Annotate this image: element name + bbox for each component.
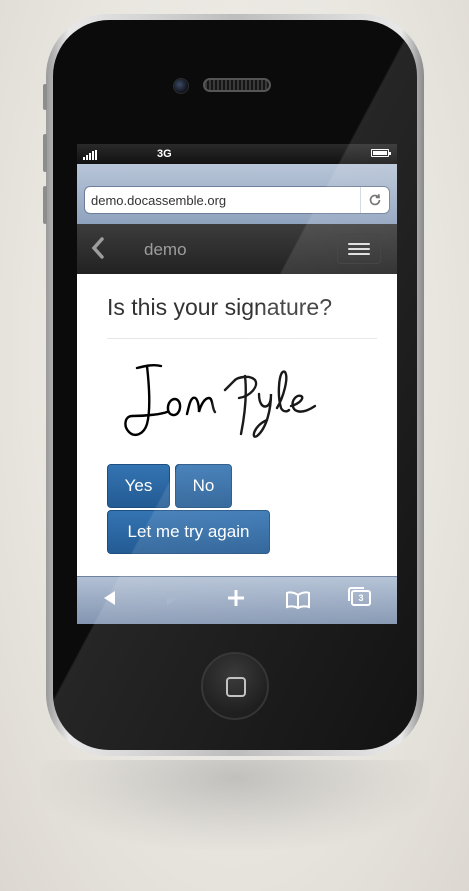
volume-up-button <box>43 134 47 172</box>
network-label: 3G <box>157 148 172 160</box>
back-icon[interactable] <box>101 587 117 613</box>
yes-button[interactable]: Yes <box>107 464 170 508</box>
app-navbar: demo <box>77 224 397 274</box>
tabs-icon[interactable]: 3 <box>348 587 371 606</box>
back-chevron-icon[interactable] <box>91 236 105 266</box>
camera-icon <box>173 78 189 94</box>
question-content: Is this your signature? Yes No Let me tr… <box>77 274 397 576</box>
forward-icon[interactable] <box>165 587 181 613</box>
signature-image <box>124 363 317 438</box>
browser-toolbar: 3 <box>77 576 397 624</box>
retry-button[interactable]: Let me try again <box>107 510 270 554</box>
phone-shadow <box>40 760 430 850</box>
volume-down-button <box>43 186 47 224</box>
home-square-icon <box>226 677 246 697</box>
page-title: Is this your signature? <box>107 294 333 320</box>
screen: 3G demo.docassemble.org demo Is this you… <box>77 144 397 624</box>
iphone-device: 3G demo.docassemble.org demo Is this you… <box>43 14 424 756</box>
browser-address-bar: demo.docassemble.org <box>77 164 397 224</box>
divider <box>107 338 377 339</box>
menu-icon[interactable] <box>337 234 381 264</box>
add-icon[interactable] <box>227 587 245 613</box>
speaker-grille <box>203 78 271 92</box>
no-button[interactable]: No <box>175 464 232 508</box>
status-bar: 3G <box>77 144 397 164</box>
battery-icon <box>371 149 391 157</box>
phone-body: 3G demo.docassemble.org demo Is this you… <box>53 20 417 750</box>
reload-icon[interactable] <box>360 187 389 213</box>
url-text: demo.docassemble.org <box>91 193 227 208</box>
bookmarks-icon[interactable] <box>285 589 311 615</box>
navbar-brand[interactable]: demo <box>144 240 187 260</box>
home-button[interactable] <box>201 652 269 720</box>
url-field[interactable]: demo.docassemble.org <box>84 186 390 214</box>
mute-switch <box>43 84 47 110</box>
